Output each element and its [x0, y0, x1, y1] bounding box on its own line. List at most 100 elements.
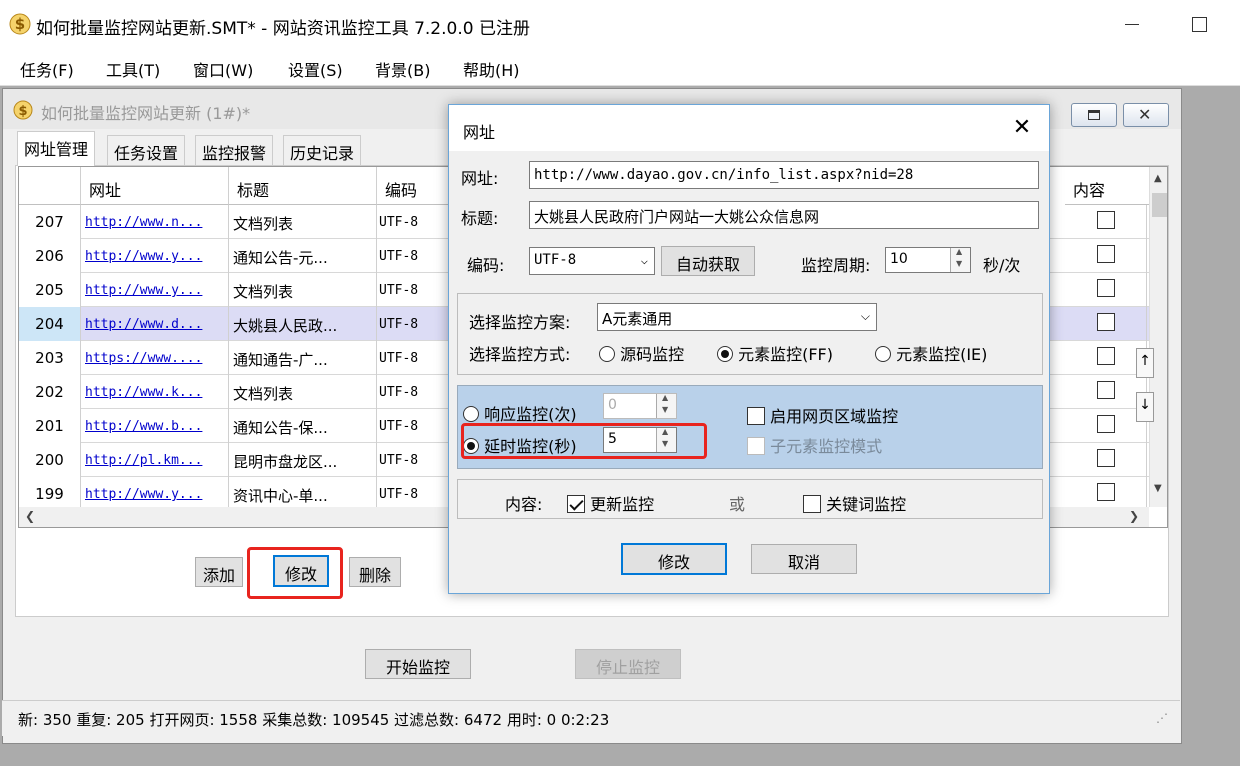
resize-grip-icon[interactable]: ⋰: [1156, 711, 1168, 725]
dollar-icon: $: [9, 13, 31, 35]
row-url-link[interactable]: http://pl.km...: [81, 443, 229, 477]
checkbox-icon[interactable]: [803, 495, 821, 513]
mode-source-radio[interactable]: 源码监控: [599, 341, 684, 365]
menu-tools[interactable]: 工具(T): [106, 57, 160, 81]
tab-history[interactable]: 历史记录: [283, 135, 362, 165]
radio-selected-icon[interactable]: [717, 346, 733, 362]
col-header-title[interactable]: 标题: [229, 167, 377, 205]
row-url-link[interactable]: http://www.k...: [81, 375, 229, 409]
dialog-cancel-button[interactable]: 取消: [751, 544, 857, 574]
tab-url-management[interactable]: 网址管理: [17, 131, 96, 166]
checkbox-checked-icon[interactable]: [567, 495, 585, 513]
row-number: 202: [19, 375, 81, 409]
row-url-link[interactable]: http://www.y...: [81, 477, 229, 511]
move-down-icon[interactable]: ↓: [1136, 392, 1154, 422]
dialog-ok-button[interactable]: 修改: [621, 543, 727, 575]
update-monitor-checkbox[interactable]: 更新监控: [567, 491, 654, 515]
col-header-content[interactable]: 内容: [1065, 167, 1149, 205]
tab-monitor-alarm[interactable]: 监控报警: [195, 135, 274, 165]
menu-settings[interactable]: 设置(S): [288, 57, 343, 81]
keyword-monitor-checkbox[interactable]: 关键词监控: [803, 491, 906, 515]
checkbox-icon[interactable]: [1096, 245, 1115, 263]
response-monitor-radio[interactable]: 响应监控(次): [463, 401, 577, 425]
scroll-up-icon[interactable]: ▲: [1154, 173, 1162, 184]
mode-element-ff-radio[interactable]: 元素监控(FF): [717, 341, 833, 365]
chevron-down-icon: ⌵: [640, 253, 648, 267]
checkbox-icon[interactable]: [1096, 483, 1115, 501]
highlight-edit-button: [247, 547, 343, 599]
row-title: 文档列表: [229, 375, 377, 409]
menu-window[interactable]: 窗口(W): [193, 57, 253, 81]
row-number: 206: [19, 239, 81, 273]
move-up-icon[interactable]: ↑: [1136, 348, 1154, 378]
mode-label: 选择监控方式:: [469, 345, 571, 364]
scroll-down-icon[interactable]: ▼: [1154, 483, 1162, 494]
radio-icon[interactable]: [875, 346, 891, 362]
stop-monitor-button[interactable]: 停止监控: [575, 649, 681, 679]
region-monitor-checkbox[interactable]: 启用网页区域监控: [747, 403, 898, 427]
add-button[interactable]: 添加: [195, 557, 243, 587]
scroll-thumb[interactable]: [1152, 193, 1167, 217]
row-number: 204: [19, 307, 81, 341]
menu-help[interactable]: 帮助(H): [463, 57, 520, 81]
child-close-button[interactable]: ✕: [1123, 103, 1169, 127]
menu-task[interactable]: 任务(F): [20, 57, 74, 81]
checkbox-icon[interactable]: [1096, 347, 1115, 365]
radio-icon[interactable]: [463, 406, 479, 422]
title-field[interactable]: 大姚县人民政府门户网站一大姚公众信息网: [529, 201, 1039, 229]
checkbox-icon[interactable]: [747, 407, 765, 425]
row-title: 文档列表: [229, 205, 377, 239]
spinner-arrows-icon[interactable]: [656, 393, 676, 418]
row-url-link[interactable]: http://www.n...: [81, 205, 229, 239]
checkbox-icon[interactable]: [1096, 449, 1115, 467]
delete-button[interactable]: 删除: [349, 557, 401, 587]
response-spinner[interactable]: 0: [603, 393, 677, 419]
vertical-scrollbar[interactable]: ▲ ▼: [1149, 167, 1167, 507]
row-encoding: UTF-8: [377, 477, 449, 511]
title-bar: $ 如何批量监控网站更新.SMT* - 网站资讯监控工具 7.2.0.0 已注册: [0, 0, 1240, 48]
row-content-cell: [1065, 205, 1147, 239]
scroll-right-icon[interactable]: ❯: [1129, 509, 1139, 523]
row-encoding: UTF-8: [377, 341, 449, 375]
row-url-link[interactable]: http://www.d...: [81, 307, 229, 341]
checkbox-icon[interactable]: [1096, 279, 1115, 297]
col-header-url[interactable]: 网址: [81, 167, 229, 205]
child-restore-button[interactable]: [1071, 103, 1117, 127]
dialog-title: 网址: [463, 123, 496, 142]
row-content-cell: [1065, 307, 1147, 341]
maximize-button[interactable]: [1185, 12, 1215, 36]
child-title: 如何批量监控网站更新 (1#)*: [41, 104, 251, 123]
row-content-cell: [1065, 477, 1147, 511]
radio-icon[interactable]: [599, 346, 615, 362]
window-title: 如何批量监控网站更新.SMT* - 网站资讯监控工具 7.2.0.0 已注册: [36, 19, 530, 39]
checkbox-icon[interactable]: [1096, 415, 1115, 433]
start-monitor-button[interactable]: 开始监控: [365, 649, 471, 679]
auto-detect-button[interactable]: 自动获取: [661, 246, 755, 276]
period-label: 监控周期:: [801, 256, 871, 275]
or-label: 或: [729, 495, 746, 514]
menu-background[interactable]: 背景(B): [375, 57, 430, 81]
checkbox-icon[interactable]: [1096, 211, 1115, 229]
row-content-cell: [1065, 409, 1147, 443]
highlight-delay-monitor: [461, 423, 707, 459]
period-spinner[interactable]: 10: [885, 247, 971, 273]
sub-element-checkbox[interactable]: 子元素监控模式: [747, 433, 882, 457]
checkbox-icon[interactable]: [1096, 381, 1115, 399]
checkbox-icon[interactable]: [1096, 313, 1115, 331]
url-field[interactable]: http://www.dayao.gov.cn/info_list.aspx?n…: [529, 161, 1039, 189]
scroll-left-icon[interactable]: ❮: [25, 509, 35, 523]
encoding-select[interactable]: UTF-8 ⌵: [529, 247, 655, 275]
tab-task-settings[interactable]: 任务设置: [107, 135, 186, 165]
checkbox-icon[interactable]: [747, 437, 765, 455]
scheme-select[interactable]: A元素通用 ⌵: [597, 303, 877, 331]
spinner-arrows-icon[interactable]: [950, 247, 970, 272]
row-title: 文档列表: [229, 273, 377, 307]
minimize-button[interactable]: [1118, 12, 1148, 36]
row-url-link[interactable]: http://www.y...: [81, 239, 229, 273]
row-url-link[interactable]: http://www.b...: [81, 409, 229, 443]
status-text: 新: 350 重复: 205 打开网页: 1558 采集总数: 109545 过…: [18, 711, 610, 729]
mode-element-ie-radio[interactable]: 元素监控(IE): [875, 341, 987, 365]
row-url-link[interactable]: http://www.y...: [81, 273, 229, 307]
close-icon[interactable]: ✕: [1009, 117, 1035, 141]
row-url-link[interactable]: https://www....: [81, 341, 229, 375]
